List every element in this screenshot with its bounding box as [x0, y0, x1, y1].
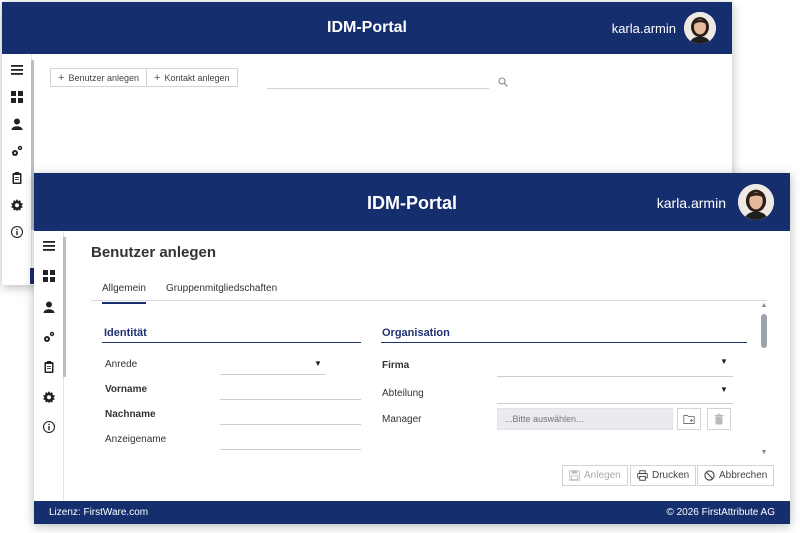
username[interactable]: karla.armin: [657, 195, 726, 211]
clipboard-icon[interactable]: [2, 168, 32, 188]
abteilung-select[interactable]: [497, 403, 733, 404]
chevron-down-icon[interactable]: ▼: [314, 359, 322, 368]
field-label-anzeigename: Anzeigename: [105, 434, 167, 445]
user-icon[interactable]: [34, 297, 64, 317]
field-label-manager: Manager: [382, 414, 422, 425]
plus-icon: +: [58, 71, 65, 84]
clear-manager-button[interactable]: [707, 408, 731, 430]
form-scrollbar[interactable]: ▲ ▼: [760, 302, 768, 456]
copyright-text: © 2026 FirstAttribute AG: [666, 507, 775, 518]
page-title: Benutzer anlegen: [91, 244, 217, 261]
manager-picker[interactable]: ...Bitte auswählen...: [497, 408, 673, 430]
front-sidebar: [34, 231, 66, 501]
create-button-label: Anlegen: [584, 470, 621, 481]
settings-icon[interactable]: [2, 195, 32, 215]
scrollbar-thumb[interactable]: [761, 314, 767, 348]
section-divider: [381, 342, 747, 343]
scroll-down-icon[interactable]: ▼: [760, 449, 768, 456]
avatar[interactable]: [684, 12, 716, 44]
add-user-button[interactable]: + Benutzer anlegen: [50, 68, 147, 87]
license-text: Lizenz: FirstWare.com: [49, 507, 149, 518]
chevron-down-icon[interactable]: ▼: [720, 385, 728, 394]
user-icon[interactable]: [2, 114, 32, 134]
browse-folder-button[interactable]: [677, 408, 701, 430]
avatar[interactable]: [738, 184, 774, 220]
chevron-down-icon[interactable]: ▼: [720, 357, 728, 366]
front-window: IDM-Portal karla.armin Benutzer anlegen …: [34, 173, 790, 524]
section-heading-organisation: Organisation: [382, 327, 450, 339]
back-sidebar: [2, 54, 34, 285]
add-user-label: Benutzer anlegen: [68, 72, 139, 83]
dashboard-icon[interactable]: [2, 87, 32, 107]
create-button[interactable]: Anlegen: [562, 465, 628, 486]
nachname-field[interactable]: [220, 424, 361, 425]
menu-icon[interactable]: [2, 60, 32, 80]
vorname-field[interactable]: [220, 399, 361, 400]
section-heading-identity: Identität: [104, 327, 147, 339]
anzeigename-field[interactable]: [220, 449, 361, 450]
add-contact-button[interactable]: + Kontakt anlegen: [146, 68, 238, 87]
username[interactable]: karla.armin: [612, 21, 676, 36]
cancel-icon: [704, 470, 715, 481]
field-label-firma: Firma: [382, 360, 410, 371]
scroll-up-icon[interactable]: ▲: [760, 302, 768, 309]
gears-icon[interactable]: [34, 327, 64, 347]
folder-icon: [683, 415, 695, 424]
field-label-vorname: Vorname: [105, 384, 148, 395]
settings-icon[interactable]: [34, 387, 64, 407]
section-divider: [102, 342, 361, 343]
gears-icon[interactable]: [2, 141, 32, 161]
trash-icon: [714, 413, 724, 425]
dashboard-icon[interactable]: [34, 266, 64, 286]
field-label-abteilung: Abteilung: [382, 388, 424, 399]
search-icon[interactable]: [498, 74, 508, 87]
print-button[interactable]: Drucken: [630, 465, 697, 486]
clipboard-icon[interactable]: [34, 357, 64, 377]
info-icon[interactable]: [34, 417, 64, 437]
plus-icon: +: [154, 71, 161, 84]
cancel-button[interactable]: Abbrechen: [697, 465, 775, 486]
save-icon: [569, 470, 580, 481]
printer-icon: [637, 470, 648, 481]
anrede-select[interactable]: [220, 374, 326, 375]
footer: Lizenz: FirstWare.com © 2026 FirstAttrib…: [34, 501, 790, 524]
menu-icon[interactable]: [34, 236, 64, 256]
add-contact-label: Kontakt anlegen: [164, 72, 230, 83]
field-label-nachname: Nachname: [105, 409, 156, 420]
firma-select[interactable]: [497, 376, 733, 377]
print-button-label: Drucken: [652, 470, 690, 481]
info-icon[interactable]: [2, 222, 32, 242]
tabs-divider: [91, 300, 767, 301]
field-label-anrede: Anrede: [105, 359, 138, 370]
back-header: IDM-Portal karla.armin: [2, 2, 732, 54]
search-input[interactable]: [267, 88, 489, 89]
front-header: IDM-Portal karla.armin: [34, 173, 790, 231]
cancel-button-label: Abbrechen: [719, 470, 768, 481]
